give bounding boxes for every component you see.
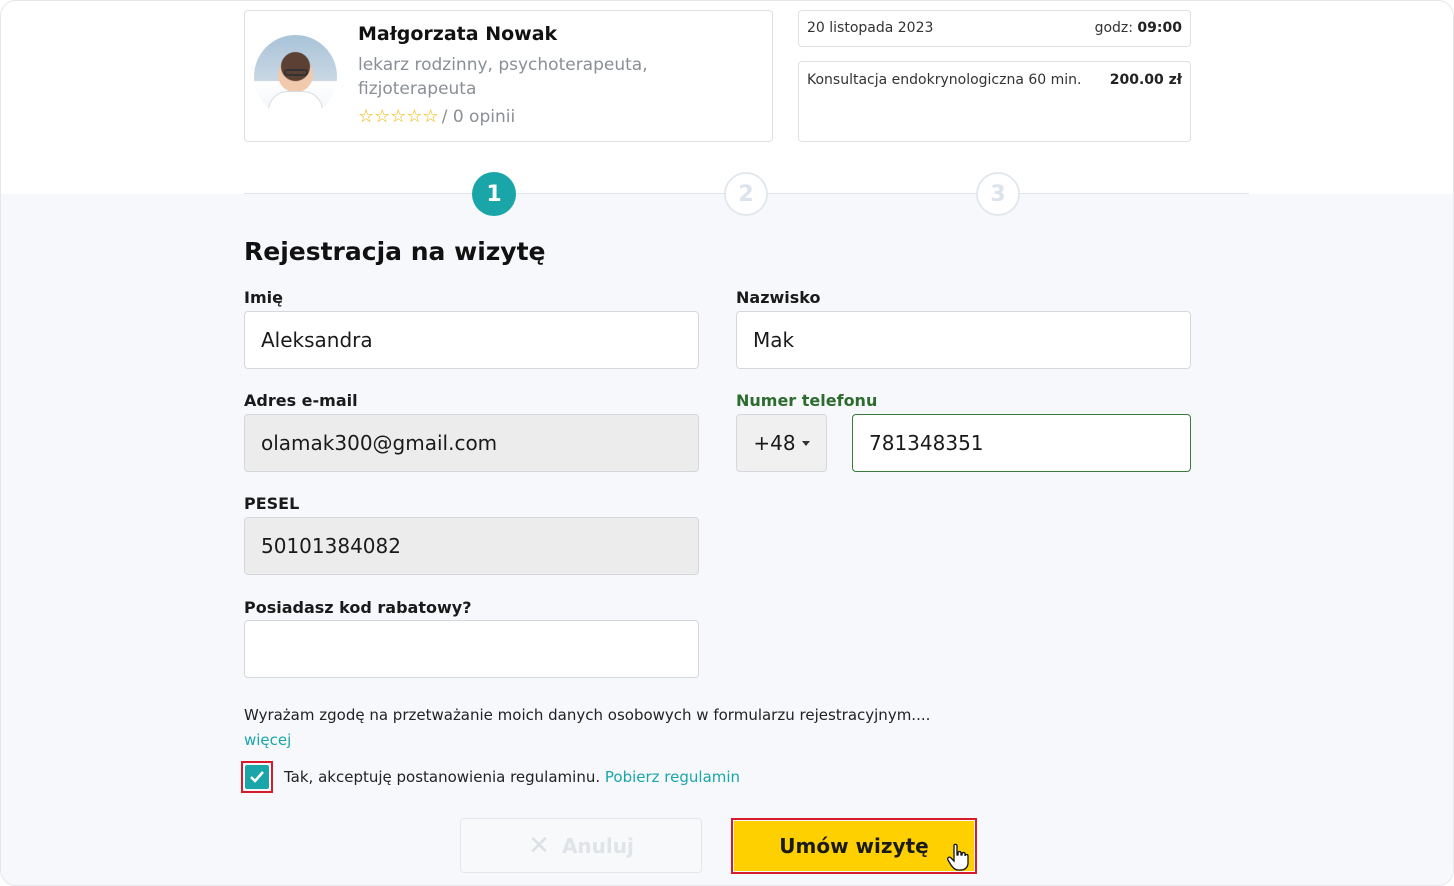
doctor-card: Małgorzata Nowak lekarz rodzinny, psycho… bbox=[244, 10, 773, 142]
appointment-time: godz: 09:00 bbox=[1094, 20, 1182, 36]
step-2: 2 bbox=[724, 172, 768, 216]
discount-code-field[interactable] bbox=[244, 620, 699, 678]
first-name-field[interactable]: Aleksandra bbox=[244, 311, 699, 369]
terms-checkbox[interactable] bbox=[245, 765, 269, 789]
doctor-name: Małgorzata Nowak bbox=[358, 23, 558, 45]
email-label: Adres e-mail bbox=[244, 391, 358, 410]
appointment-date: 20 listopada 2023 bbox=[807, 20, 934, 36]
step-1: 1 bbox=[472, 172, 516, 216]
close-icon: ✕ bbox=[528, 830, 550, 861]
service-card: Konsultacja endokrynologiczna 60 min. 20… bbox=[798, 61, 1191, 142]
page-frame: Małgorzata Nowak lekarz rodzinny, psycho… bbox=[0, 0, 1454, 886]
pesel-label: PESEL bbox=[244, 494, 300, 513]
last-name-field[interactable]: Mak bbox=[736, 311, 1191, 369]
coat-icon bbox=[268, 91, 323, 118]
more-link[interactable]: więcej bbox=[244, 731, 291, 749]
step-3: 3 bbox=[976, 172, 1020, 216]
phone-prefix-select[interactable]: +48 bbox=[736, 414, 827, 472]
appointment-date-card: 20 listopada 2023 godz: 09:00 bbox=[798, 10, 1191, 47]
caret-down-icon bbox=[801, 440, 810, 446]
email-field: olamak300@gmail.com bbox=[244, 414, 699, 472]
book-appointment-button[interactable]: Umów wizytę bbox=[734, 821, 974, 871]
terms-label: Tak, akceptuję postanowienia regulaminu. bbox=[284, 768, 601, 786]
service-name: Konsultacja endokrynologiczna 60 min. bbox=[807, 72, 1082, 88]
pesel-field: 50101384082 bbox=[244, 517, 699, 575]
phone-prefix-value: +48 bbox=[753, 431, 796, 455]
checkmark-icon bbox=[250, 771, 264, 783]
cancel-button-label: Anuluj bbox=[561, 833, 634, 858]
glasses-icon bbox=[284, 69, 308, 76]
download-terms-link[interactable]: Pobierz regulamin bbox=[605, 768, 740, 786]
phone-label: Numer telefonu bbox=[736, 391, 878, 410]
form-title: Rejestracja na wizytę bbox=[244, 237, 546, 266]
consent-text: Wyrażam zgodę na przetważanie moich dany… bbox=[244, 706, 931, 724]
phone-field[interactable]: 781348351 bbox=[852, 414, 1191, 472]
doctor-specialization: lekarz rodzinny, psychoterapeuta, fizjot… bbox=[358, 55, 648, 99]
service-price: 200.00 zł bbox=[1109, 72, 1182, 88]
discount-code-label: Posiadasz kod rabatowy? bbox=[244, 598, 472, 617]
reviews-count: / 0 opinii bbox=[441, 106, 516, 127]
doctor-avatar bbox=[254, 35, 337, 118]
last-name-label: Nazwisko bbox=[736, 288, 821, 307]
cancel-button[interactable]: ✕ Anuluj bbox=[460, 818, 702, 873]
doctor-rating: ☆☆☆☆☆ / 0 opinii bbox=[358, 106, 515, 127]
hand-cursor-icon bbox=[947, 843, 969, 871]
star-rating-icon: ☆☆☆☆☆ bbox=[358, 106, 439, 127]
first-name-label: Imię bbox=[244, 288, 283, 307]
terms-text: Tak, akceptuję postanowienia regulaminu.… bbox=[284, 768, 740, 786]
